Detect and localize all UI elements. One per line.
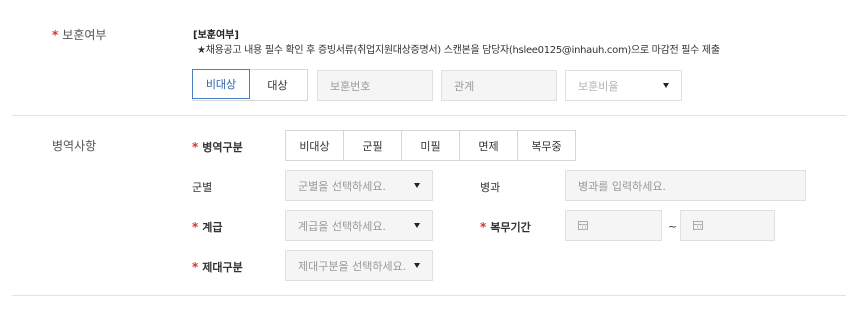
- military-type-served[interactable]: 군필: [344, 131, 402, 160]
- required-mark: *: [192, 140, 199, 154]
- section-divider: [12, 295, 846, 296]
- military-type-exempt[interactable]: 면제: [460, 131, 518, 160]
- veteran-notice-title: [보훈여부]: [193, 30, 239, 41]
- required-mark: *: [480, 220, 487, 234]
- period-separator: ~: [668, 220, 678, 233]
- chevron-down-icon: [414, 183, 420, 188]
- veteran-option-target[interactable]: 대상: [249, 70, 306, 100]
- section-divider: [12, 115, 846, 116]
- chevron-down-icon: [663, 83, 669, 88]
- service-end-date[interactable]: [680, 210, 775, 241]
- chevron-down-icon: [414, 263, 420, 268]
- calendar-icon: [578, 221, 588, 230]
- required-mark: *: [52, 28, 59, 42]
- rank-label: * 계급: [192, 220, 223, 234]
- branch-label: 군별: [192, 181, 213, 194]
- discharge-select[interactable]: 제대구분을 선택하세요.: [285, 250, 433, 281]
- discharge-label: * 제대구분: [192, 260, 243, 274]
- service-start-date[interactable]: [565, 210, 662, 241]
- calendar-icon: [693, 221, 703, 230]
- military-section-label: 병역사항: [52, 139, 97, 153]
- military-type-serving[interactable]: 복무중: [518, 131, 575, 160]
- military-type-not-served[interactable]: 미필: [402, 131, 460, 160]
- military-type-toggle: 비대상 군필 미필 면제 복무중: [285, 130, 576, 161]
- military-type-label: * 병역구분: [192, 140, 243, 154]
- service-period-label: * 복무기간: [480, 220, 531, 234]
- required-mark: *: [192, 260, 199, 274]
- specialty-input[interactable]: 병과를 입력하세요.: [565, 170, 806, 201]
- veteran-number-input[interactable]: 보훈번호: [317, 70, 433, 101]
- branch-select[interactable]: 군별을 선택하세요.: [285, 170, 433, 201]
- veteran-status-toggle: 비대상 대상: [192, 69, 308, 101]
- specialty-label: 병과: [480, 181, 501, 194]
- veteran-option-none[interactable]: 비대상: [192, 69, 250, 99]
- veteran-notice-text: ★채용공고 내용 필수 확인 후 증빙서류(취업지원대상증명서) 스캔본을 담당…: [197, 45, 720, 56]
- required-mark: *: [192, 220, 199, 234]
- military-type-none[interactable]: 비대상: [286, 131, 344, 160]
- rank-select[interactable]: 계급을 선택하세요.: [285, 210, 433, 241]
- veteran-section-label: * 보훈여부: [52, 28, 107, 42]
- veteran-relation-input[interactable]: 관계: [441, 70, 557, 101]
- chevron-down-icon: [414, 223, 420, 228]
- veteran-ratio-select[interactable]: 보훈비율: [565, 70, 682, 101]
